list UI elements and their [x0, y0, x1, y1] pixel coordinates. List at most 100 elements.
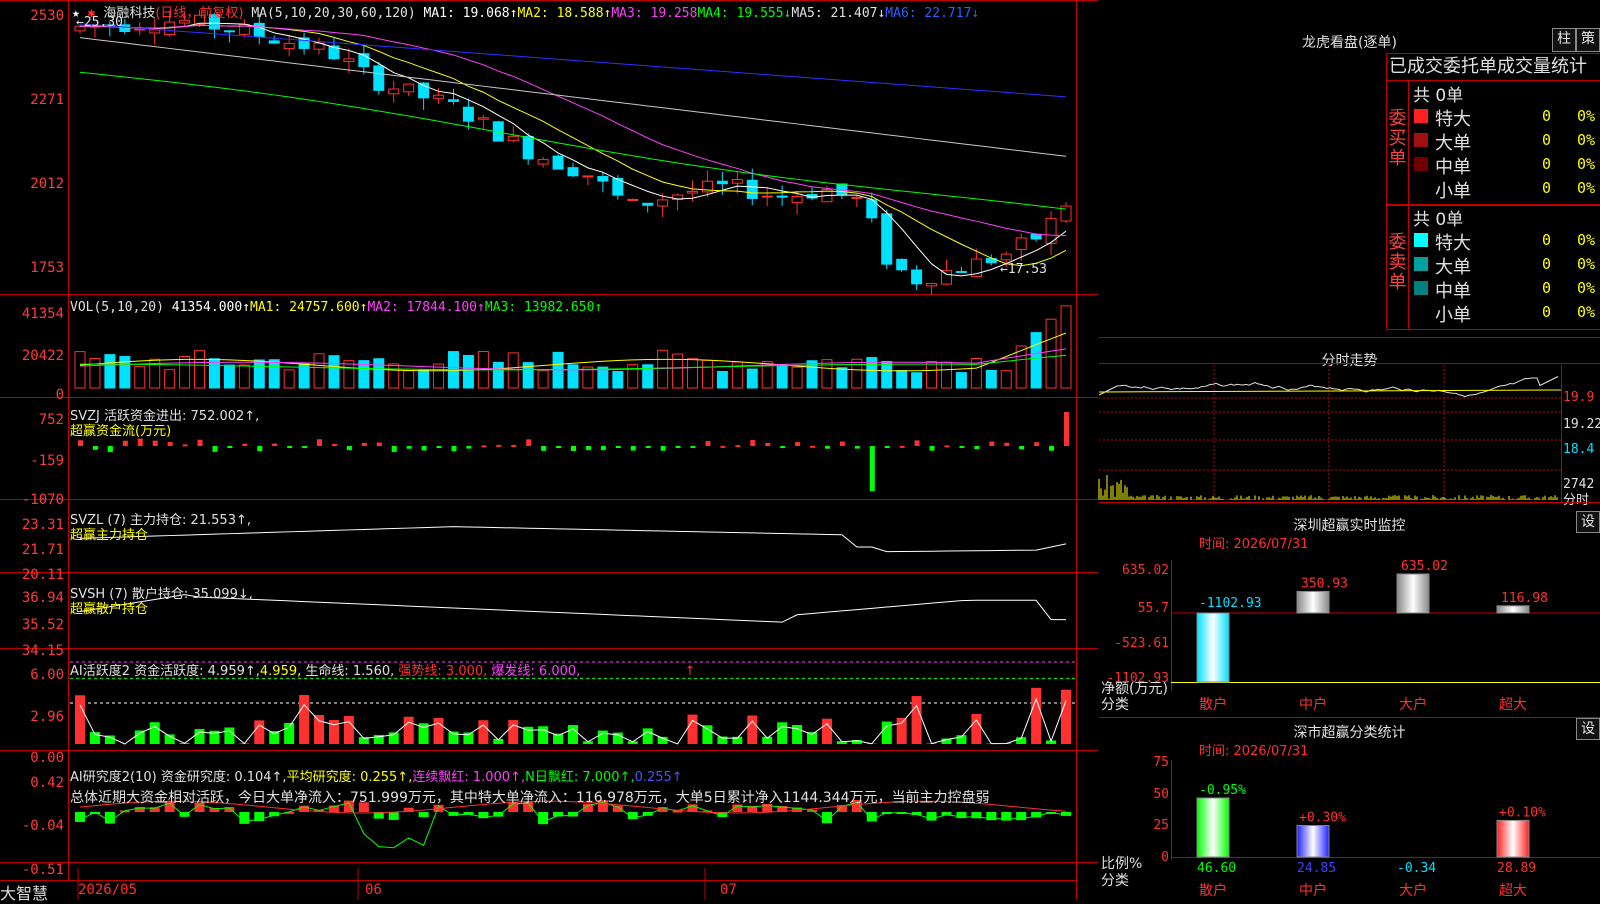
candle-body	[658, 200, 668, 206]
activity-bar	[508, 720, 518, 744]
activity-bar	[404, 717, 414, 744]
fund-flow-bar	[795, 442, 800, 446]
activity-bar	[135, 730, 145, 744]
fl-left-label: 比例%	[1101, 857, 1142, 872]
research-bar	[75, 812, 85, 822]
volume-bar	[956, 373, 966, 388]
activity-bar	[269, 731, 279, 744]
order-percent: 0%	[1577, 279, 1600, 297]
fund-flow-bar	[989, 442, 994, 446]
candle-body	[254, 23, 264, 36]
candle-body	[777, 196, 787, 197]
candle-body	[344, 59, 354, 62]
volume-bar	[897, 371, 907, 388]
candle-body	[732, 180, 742, 184]
stat-tabs[interactable]: 已成交委托单成交量统计	[1386, 53, 1600, 81]
fund-flow-bar	[377, 443, 382, 446]
volume-bar	[463, 355, 473, 388]
volume-bar	[717, 372, 727, 388]
fund-flow-bar	[705, 441, 710, 446]
research-bar	[419, 812, 429, 817]
volume-bar	[1031, 333, 1041, 388]
candle-body	[852, 197, 862, 198]
volume-bar	[165, 370, 175, 388]
legend-swatch	[1414, 257, 1428, 271]
buy-total: 共 0单	[1413, 81, 1463, 106]
activity-bar	[688, 715, 698, 744]
ai1-t6: ↑	[684, 664, 695, 679]
candle-body	[448, 100, 458, 102]
activity-bar	[195, 729, 205, 744]
y-label: 2271	[0, 92, 64, 108]
candle-body	[628, 199, 638, 200]
activity-bar	[299, 695, 309, 744]
sz-left-label: 净额(万元)	[1101, 682, 1168, 697]
y-label: 1753	[0, 260, 64, 276]
y-label: -1070	[0, 492, 64, 508]
fl-time: 时间: 2026/07/31	[1199, 744, 1308, 759]
volume-bar	[1061, 306, 1071, 388]
sz-settings-button[interactable]: 设	[1576, 511, 1600, 533]
legend-swatch	[1414, 281, 1428, 295]
volume-bar	[314, 354, 324, 388]
fund-flow-bar	[93, 446, 98, 450]
fund-flow-bar	[227, 446, 232, 448]
fund-flow-bar	[601, 446, 606, 450]
y-label: 35.52	[0, 617, 64, 633]
ai2-header: AI研究度2(10) 资金研究度: 0.104↑,平均研究度: 0.255↑,连…	[70, 766, 683, 785]
bar-toggle-button[interactable]: 柱	[1552, 28, 1576, 52]
y-label: -0.51	[0, 862, 64, 878]
high-marker: ←25.30	[76, 15, 123, 30]
fund-flow-bar	[212, 446, 217, 452]
research-bar	[389, 812, 399, 820]
fund-flow-bar	[944, 445, 949, 447]
y-label: -159	[0, 453, 64, 469]
volume-bar	[135, 366, 145, 388]
svzl-sub: 超赢主力持仓	[70, 524, 148, 543]
fund-flow-bar	[257, 446, 262, 451]
volume-bar	[702, 360, 712, 388]
volume-bar	[344, 361, 354, 388]
stock-chart[interactable]	[0, 0, 1098, 900]
ai2-summary: 总体近期大资金相对活跃，今日大单净流入：751.999万元，其中特大单净流入：1…	[70, 787, 990, 807]
activity-bar	[643, 728, 653, 744]
ai2-t3: 连续飘红: 1.000↑,	[412, 770, 525, 785]
fund-flow-bar	[885, 446, 890, 448]
candle-body	[374, 66, 384, 90]
order-type-label: 大单	[1435, 129, 1471, 155]
order-type-label: 特大	[1435, 229, 1471, 255]
fs-title: 分时走势	[1099, 350, 1600, 370]
order-percent: 0%	[1577, 255, 1600, 273]
ai2-t5: 0.255↑	[635, 770, 683, 785]
ma-params: MA(5,10,20,30,60,120)	[251, 6, 415, 21]
candle-body	[284, 43, 294, 48]
candle-body	[508, 136, 518, 140]
volume-bar	[329, 356, 339, 388]
order-percent: 0%	[1577, 303, 1600, 321]
ma1: MA1: 19.068↑	[424, 6, 518, 21]
fund-flow-bar	[526, 439, 531, 446]
fund-flow-bar	[168, 442, 173, 446]
volume-bar	[404, 371, 414, 388]
strategy-button[interactable]: 策	[1576, 28, 1600, 52]
candle-body	[912, 270, 922, 284]
sz-title: 深圳超赢实时监控	[1099, 515, 1600, 535]
fl-settings-button[interactable]: 设	[1576, 718, 1600, 740]
fund-flow-bar	[974, 446, 979, 449]
sell-block: 委卖单 共 0单 特大00%大单00%中单00%小单00%	[1386, 204, 1600, 330]
vol-value: 41354.000↑	[172, 300, 250, 315]
activity-bar	[1061, 690, 1071, 744]
order-count: 0	[1542, 255, 1551, 273]
low-marker: ←17.53	[1000, 262, 1047, 277]
legend-swatch	[1414, 181, 1428, 195]
lhb-title: 龙虎看盘(逐单)	[1099, 32, 1600, 52]
ai1-t3: 生命线: 1.560,	[305, 664, 394, 679]
fund-flow-bar	[571, 446, 576, 451]
ai2-t2: 平均研究度: 0.255↑,	[287, 770, 413, 785]
fund-flow-bar	[466, 446, 471, 449]
ma5: MA5: 21.407↓	[791, 6, 885, 21]
volume-bar	[837, 368, 847, 388]
candle-body	[389, 89, 399, 94]
ma6: MA6: 22.717↓	[885, 6, 979, 21]
activity-bar	[897, 718, 907, 744]
